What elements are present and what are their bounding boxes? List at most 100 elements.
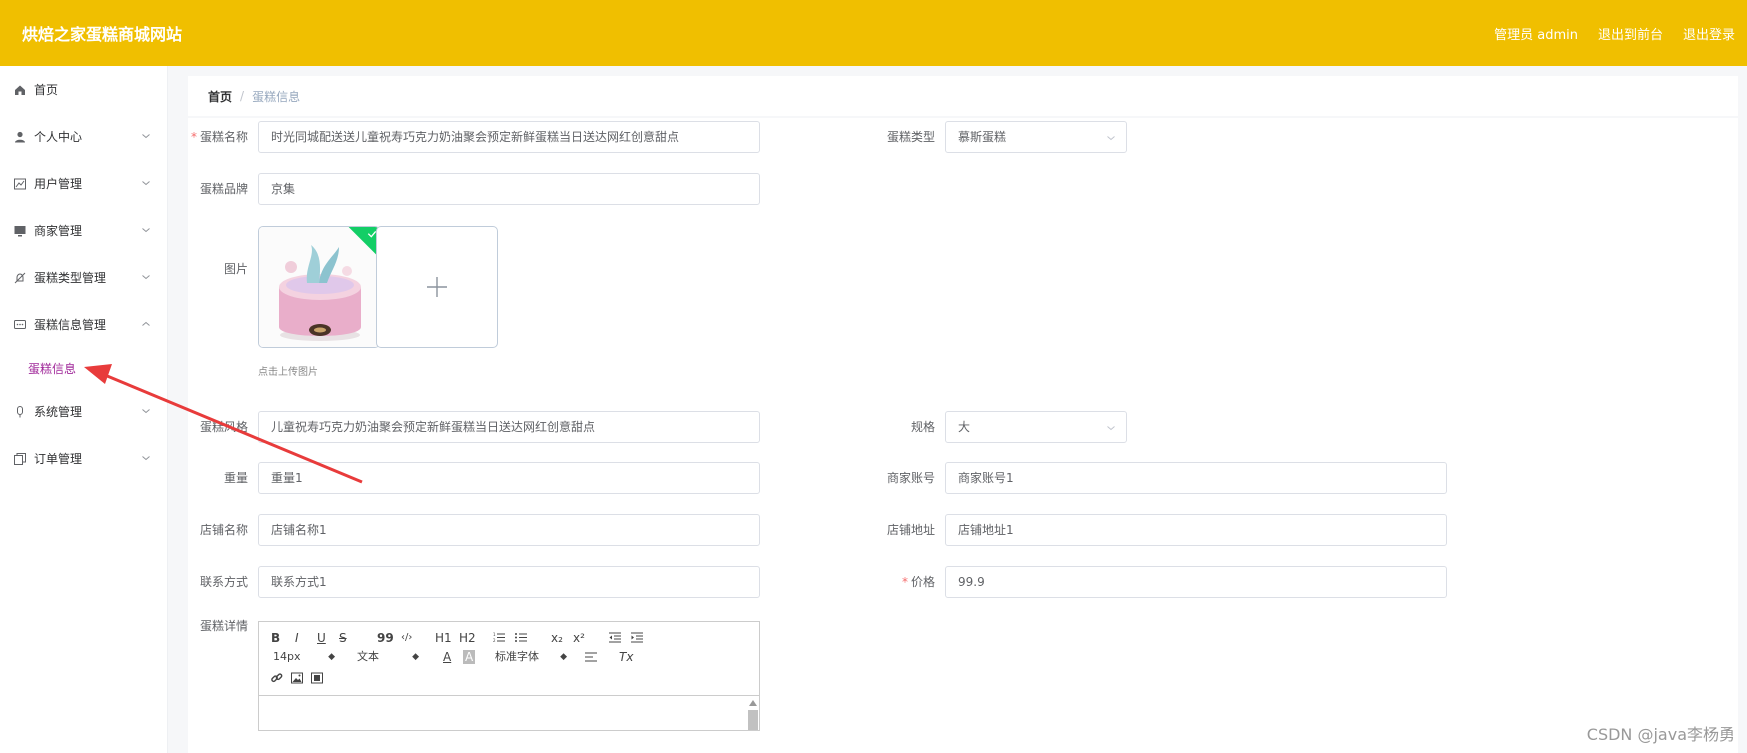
price-label: * 价格	[901, 575, 935, 589]
breadcrumb-separator: /	[240, 89, 245, 103]
shop-address-label: 店铺地址	[886, 523, 935, 537]
font-color-button[interactable]: A	[443, 650, 451, 664]
sidebar-item-label: 用户管理	[34, 177, 83, 191]
sidebar-item-label: 首页	[34, 83, 59, 97]
cake-brand-input[interactable]: 京集	[258, 173, 760, 205]
chevron-up-icon	[142, 321, 150, 326]
breadcrumb-home[interactable]: 首页	[208, 88, 232, 105]
cake-type-label: 蛋糕类型	[886, 130, 935, 144]
link-icon[interactable]	[271, 672, 283, 684]
clear-format-button[interactable]: Tx	[619, 650, 633, 664]
shop-name-input[interactable]: 店铺名称1	[258, 514, 760, 546]
site-title: 烘焙之家蛋糕商城网站	[22, 25, 183, 44]
breadcrumb-current: 蛋糕信息	[252, 89, 301, 104]
cake-style-label: 蛋糕风格	[199, 420, 248, 434]
background-color-button[interactable]: A	[463, 650, 476, 664]
code-block-button[interactable]: ‹/›	[401, 631, 412, 645]
bullet-list-icon[interactable]	[515, 632, 527, 643]
cake-info-form: * 蛋糕名称 时光同城配送送儿童祝寿巧克力奶油聚会预定新鲜蛋糕当日送达网红创意甜点…	[188, 118, 1738, 753]
chevron-down-icon	[1107, 136, 1115, 141]
cake-brand-label: 蛋糕品牌	[199, 182, 248, 196]
contact-label: 联系方式	[199, 575, 248, 589]
indent-icon[interactable]	[631, 632, 643, 643]
outdent-icon[interactable]	[609, 632, 621, 643]
cake-type-select[interactable]: 慕斯蛋糕	[945, 121, 1127, 153]
weight-input[interactable]: 重量1	[258, 462, 760, 494]
breadcrumb: 首页 / 蛋糕信息	[188, 76, 1738, 116]
chevron-down-icon	[142, 228, 150, 233]
align-icon[interactable]	[585, 652, 597, 662]
h1-button[interactable]: H1	[435, 631, 452, 645]
uploaded-image-card[interactable]	[258, 226, 380, 348]
svg-text:1: 1	[493, 632, 496, 637]
merchant-account-input[interactable]: 商家账号1	[945, 462, 1447, 494]
price-input[interactable]: 99.9	[945, 566, 1447, 598]
picker-arrows-icon: ◆	[412, 652, 419, 662]
sidebar-item-label: 个人中心	[34, 130, 83, 144]
text-type-picker[interactable]: 文本 ◆	[357, 650, 419, 664]
sidebar-item-label: 蛋糕类型管理	[34, 271, 107, 285]
sidebar-item-label: 订单管理	[34, 452, 83, 466]
font-size-picker[interactable]: 14px ◆	[273, 650, 335, 664]
editor-toolbar: B I U S 99 ‹/› H1 H2 12 x₂ x² 14px ◆ 文本 ◆ …	[259, 622, 759, 696]
sidebar-item-personal-center[interactable]: 个人中心	[0, 113, 167, 160]
image-icon[interactable]	[291, 672, 303, 684]
weight-label: 重量	[223, 471, 248, 485]
details-label: 蛋糕详情	[199, 619, 248, 633]
chevron-down-icon	[1107, 426, 1115, 431]
superscript-button[interactable]: x²	[573, 631, 585, 645]
user-icon	[14, 131, 26, 143]
blockquote-button[interactable]: 99	[377, 631, 394, 645]
spec-label: 规格	[910, 420, 935, 434]
font-family-picker[interactable]: 标准字体 ◆	[495, 650, 567, 664]
chart-icon	[14, 178, 26, 190]
picker-arrows-icon: ◆	[560, 652, 567, 662]
cake-name-input[interactable]: 时光同城配送送儿童祝寿巧克力奶油聚会预定新鲜蛋糕当日送达网红创意甜点	[258, 121, 760, 153]
editor-scrollbar[interactable]	[748, 710, 758, 730]
ordered-list-icon[interactable]: 12	[493, 632, 505, 643]
shop-address-input[interactable]: 店铺地址1	[945, 514, 1447, 546]
cake-style-input[interactable]: 儿童祝寿巧克力奶油聚会预定新鲜蛋糕当日送达网红创意甜点	[258, 411, 760, 443]
rich-text-editor: B I U S 99 ‹/› H1 H2 12 x₂ x² 14px ◆ 文本 ◆ …	[258, 621, 760, 731]
spec-select[interactable]: 大	[945, 411, 1127, 443]
strike-button[interactable]: S	[339, 631, 347, 645]
bold-button[interactable]: B	[271, 631, 280, 645]
chevron-down-icon	[142, 456, 150, 461]
exit-to-front-link[interactable]: 退出到前台	[1598, 24, 1663, 43]
cake-image	[259, 227, 379, 347]
sidebar-item-label: 蛋糕信息管理	[34, 318, 107, 332]
scroll-up-arrow[interactable]	[749, 700, 757, 706]
sidebar-subitem-cake-info[interactable]: 蛋糕信息	[0, 348, 167, 388]
sidebar-menu: 首页 个人中心 用户管理 商家管理 蛋糕类型管理 蛋糕信息管理 蛋糕信息 系统管…	[0, 66, 168, 753]
spec-value: 大	[958, 420, 971, 434]
video-icon[interactable]	[311, 672, 323, 684]
mic-icon	[14, 405, 26, 418]
underline-button[interactable]: U	[317, 631, 326, 645]
contact-input[interactable]: 联系方式1	[258, 566, 760, 598]
sidebar-item-user-management[interactable]: 用户管理	[0, 160, 167, 207]
h2-button[interactable]: H2	[459, 631, 476, 645]
admin-user-link[interactable]: 管理员 admin	[1494, 24, 1578, 43]
upload-add-button[interactable]	[376, 226, 498, 348]
header-actions: 管理员 admin 退出到前台 退出登录	[1494, 24, 1735, 43]
sidebar-item-cake-type-management[interactable]: 蛋糕类型管理	[0, 254, 167, 301]
plus-icon	[427, 277, 447, 297]
chevron-down-icon	[142, 134, 150, 139]
sidebar-item-system-management[interactable]: 系统管理	[0, 388, 167, 435]
subscript-button[interactable]: x₂	[551, 631, 563, 645]
cake-name-label: * 蛋糕名称	[190, 130, 248, 144]
sidebar-item-home[interactable]: 首页	[0, 66, 167, 113]
sidebar-item-label: 商家管理	[34, 224, 83, 238]
chevron-down-icon	[142, 181, 150, 186]
sidebar-item-order-management[interactable]: 订单管理	[0, 435, 167, 482]
watermark: CSDN @java李杨勇	[1586, 725, 1735, 744]
italic-button[interactable]: I	[295, 631, 299, 645]
home-icon	[14, 84, 26, 96]
monitor-icon	[14, 225, 26, 237]
svg-text:2: 2	[493, 638, 496, 643]
merchant-account-label: 商家账号	[886, 471, 935, 485]
chevron-down-icon	[142, 275, 150, 280]
logout-link[interactable]: 退出登录	[1683, 24, 1735, 43]
sidebar-item-merchant-management[interactable]: 商家管理	[0, 207, 167, 254]
sidebar-item-cake-info-management[interactable]: 蛋糕信息管理	[0, 301, 167, 348]
